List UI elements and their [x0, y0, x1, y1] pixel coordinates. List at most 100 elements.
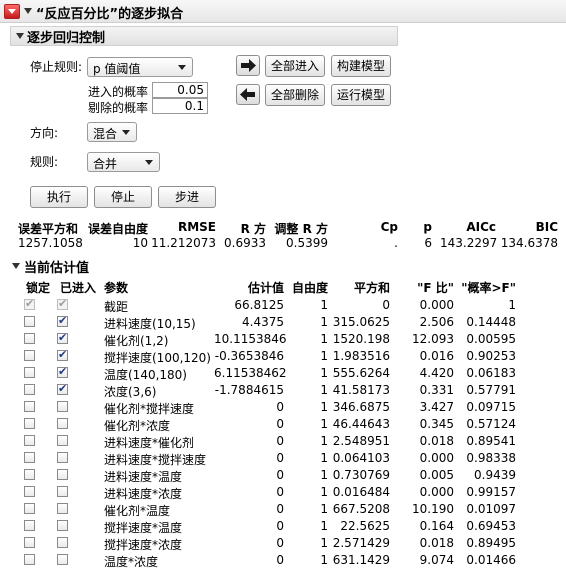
lock-checkbox[interactable]	[24, 469, 35, 480]
ss-cell: 667.5208	[332, 502, 390, 516]
prob-f-cell: 0.57791	[466, 383, 516, 397]
chevron-down-icon	[122, 130, 130, 135]
ss-cell: 2.571429	[332, 536, 390, 550]
prob-f-cell: 0.09715	[466, 400, 516, 414]
entered-checkbox[interactable]: ✔	[57, 314, 68, 327]
estimate-cell: 4.4375	[242, 315, 284, 329]
prob-f-cell: 0.90253	[466, 349, 516, 363]
summary-header: p	[423, 220, 432, 234]
lock-checkbox[interactable]	[24, 435, 35, 446]
table-row: ✔ 进料速度(10,15) 4.4375 1 315.0625 2.506 0.14448	[0, 313, 566, 331]
df-cell: 1	[320, 536, 328, 550]
lock-checkbox[interactable]	[24, 333, 35, 344]
entered-checkbox[interactable]	[57, 469, 68, 480]
table-row: 催化剂*搅拌速度 0 1 346.6875 3.427 0.09715	[0, 398, 566, 416]
entered-checkbox[interactable]	[57, 537, 68, 548]
lock-checkbox[interactable]	[24, 418, 35, 429]
estimates-collapse-icon[interactable]	[12, 263, 20, 269]
ss-cell: 315.0625	[332, 315, 390, 329]
lock-checkbox[interactable]	[24, 350, 35, 361]
entered-checkbox[interactable]: ✔	[57, 382, 68, 395]
entered-checkbox[interactable]	[57, 554, 68, 565]
summary-header: 调整 R 方	[274, 222, 328, 236]
step-button[interactable]: 步进	[158, 186, 216, 208]
go-button[interactable]: 执行	[30, 186, 88, 208]
remove-prob-input[interactable]: 0.1	[152, 98, 208, 114]
entered-checkbox[interactable]	[57, 520, 68, 531]
enter-step-button[interactable]	[236, 55, 260, 76]
summary-header: 误差平方和	[18, 222, 79, 236]
f-ratio-cell: 9.074	[419, 553, 454, 567]
checkmark-icon: ✔	[58, 382, 68, 395]
entered-checkbox[interactable]	[57, 503, 68, 514]
build-model-button[interactable]: 构建模型	[331, 55, 391, 77]
ss-cell: 0.730769	[332, 468, 390, 482]
ss-cell: 2.548951	[332, 434, 390, 448]
report-collapse-icon[interactable]	[24, 8, 32, 14]
summary-header: AICc	[466, 220, 496, 234]
estimate-cell: 66.8125	[234, 298, 284, 312]
summary-header: 误差自由度	[88, 222, 149, 236]
prob-f-cell: 0.14448	[466, 315, 516, 329]
run-model-button[interactable]: 运行模型	[331, 84, 391, 106]
summary-value: 134.6378	[500, 236, 558, 250]
stop-rule-dropdown[interactable]: p 值阈值	[87, 57, 193, 77]
remove-all-button[interactable]: 全部删除	[265, 84, 325, 106]
enter-all-button[interactable]: 全部进入	[265, 55, 325, 77]
rules-label: 规则:	[30, 155, 59, 169]
lock-checkbox[interactable]	[24, 554, 35, 565]
estimate-cell: 6.11538462	[214, 366, 287, 380]
df-cell: 1	[320, 502, 328, 516]
lock-checkbox[interactable]	[24, 384, 35, 395]
stop-button[interactable]: 停止	[94, 186, 152, 208]
entered-checkbox[interactable]: ✔	[57, 365, 68, 378]
direction-dropdown[interactable]: 混合	[87, 122, 137, 142]
estimate-cell: 0	[276, 519, 284, 533]
f-ratio-cell: 0.018	[419, 536, 454, 550]
estimates-table-body: ✔ ✔ 截距 66.8125 1 0 0.000 1 ✔ 进料速度(10,15) 4.4375 1 31…	[0, 296, 566, 570]
lock-checkbox[interactable]	[24, 316, 35, 327]
rules-dropdown[interactable]: 合并	[87, 152, 160, 172]
table-row: ✔ 搅拌速度(100,120) -0.3653846 1 1.983516 0.016 0.…	[0, 347, 566, 365]
summary-value: 1257.1058	[18, 236, 83, 250]
f-ratio-cell: 0.331	[419, 383, 454, 397]
lock-checkbox: ✔	[24, 297, 35, 310]
estimates-section-title: 当前估计值	[24, 261, 90, 276]
entered-checkbox[interactable]	[57, 486, 68, 497]
prob-f-cell: 0.57124	[466, 417, 516, 431]
entered-checkbox[interactable]	[57, 435, 68, 446]
entered-checkbox[interactable]	[57, 418, 68, 429]
entered-checkbox[interactable]	[57, 452, 68, 463]
remove-step-button[interactable]	[236, 84, 260, 105]
lock-checkbox[interactable]	[24, 503, 35, 514]
f-ratio-cell: 0.000	[419, 451, 454, 465]
f-ratio-cell: 12.093	[412, 332, 454, 346]
estimate-cell: 0	[276, 553, 284, 567]
checkmark-icon: ✔	[58, 297, 68, 310]
entered-checkbox[interactable]: ✔	[57, 348, 68, 361]
estimate-cell: 0	[276, 400, 284, 414]
enter-prob-input[interactable]: 0.05	[152, 82, 208, 98]
df-cell: 1	[320, 553, 328, 567]
prob-f-cell: 0.99157	[466, 485, 516, 499]
control-collapse-icon[interactable]	[16, 33, 24, 39]
summary-value: 0.5399	[286, 236, 328, 250]
entered-checkbox[interactable]	[57, 401, 68, 412]
lock-checkbox[interactable]	[24, 452, 35, 463]
df-cell: 1	[320, 332, 328, 346]
f-ratio-cell: 0.000	[419, 298, 454, 312]
lock-checkbox[interactable]	[24, 537, 35, 548]
col-header-f-ratio: "F 比"	[417, 281, 454, 295]
lock-checkbox[interactable]	[24, 367, 35, 378]
df-cell: 1	[320, 434, 328, 448]
arrow-left-icon	[240, 88, 255, 101]
report-title: “反应百分比”的逐步拟合	[36, 7, 184, 22]
lock-checkbox[interactable]	[24, 486, 35, 497]
lock-checkbox[interactable]	[24, 401, 35, 412]
lock-checkbox[interactable]	[24, 520, 35, 531]
report-menu-button[interactable]	[4, 4, 20, 19]
estimate-cell: 0	[276, 468, 284, 482]
entered-checkbox[interactable]: ✔	[57, 331, 68, 344]
f-ratio-cell: 0.016	[419, 349, 454, 363]
summary-table: 误差平方和 误差自由度 RMSE R 方 调整 R 方 Cp p AICc BI…	[0, 220, 566, 252]
